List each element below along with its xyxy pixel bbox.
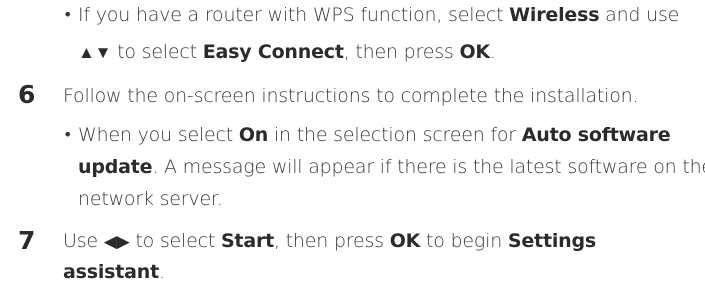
bullet-dot: • — [63, 5, 73, 24]
auto-software-label: Auto software — [521, 124, 671, 146]
step-number: 6 — [18, 80, 36, 109]
assistant-label: assistant — [63, 261, 159, 283]
start-label: Start — [220, 230, 274, 252]
bullet-line: ▲▼ to select Easy Connect, then press OK… — [78, 41, 496, 63]
bullet-dot: • — [63, 125, 73, 144]
up-down-arrow-icon: ▲▼ — [78, 43, 112, 63]
bullet-line: If you have a router with WPS function, … — [78, 4, 680, 26]
bullet-line: network server. — [78, 188, 223, 210]
wireless-label: Wireless — [509, 4, 600, 26]
bullet-line: update. A message will appear if there i… — [78, 156, 705, 178]
step-text: Follow the on-screen instructions to com… — [63, 85, 639, 107]
step-number: 7 — [18, 226, 36, 255]
step-text: Use ◀▶ to select Start, then press OK to… — [63, 230, 596, 252]
ok-label: OK — [389, 230, 421, 252]
on-label: On — [238, 124, 269, 146]
bullet-line: When you select On in the selection scre… — [78, 124, 671, 146]
easy-connect-label: Easy Connect — [202, 41, 344, 63]
left-right-arrow-icon: ◀▶ — [103, 232, 130, 252]
ok-label: OK — [459, 41, 490, 63]
update-label: update — [78, 156, 153, 178]
settings-label: Settings — [507, 230, 596, 252]
step-text: assistant. — [63, 261, 165, 283]
